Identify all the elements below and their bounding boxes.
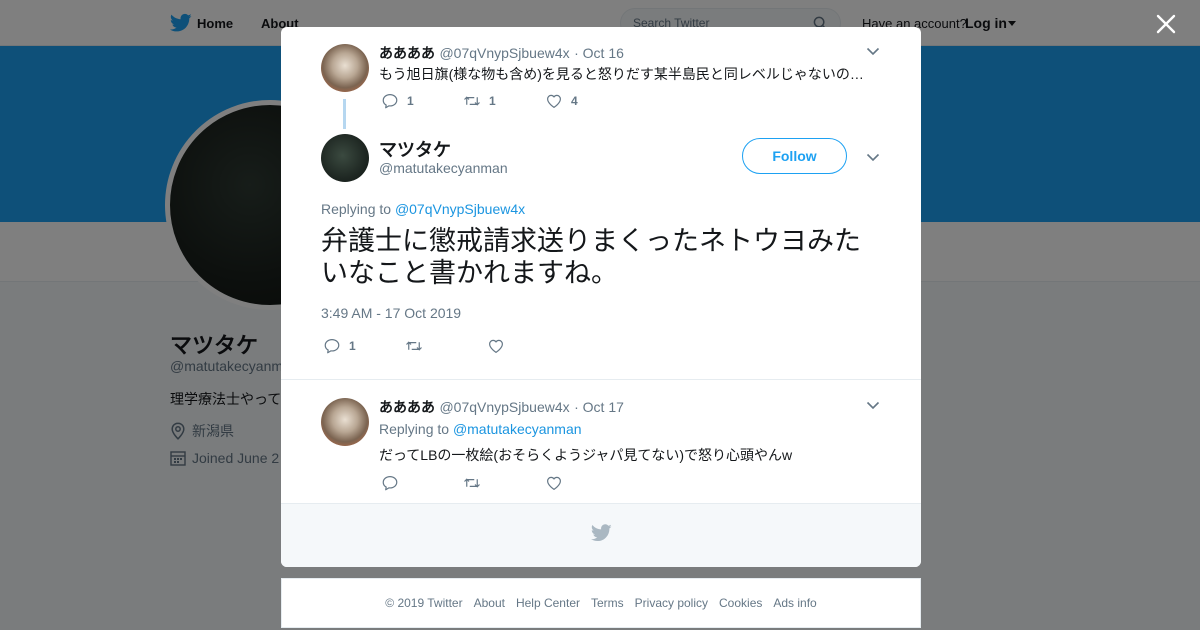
reply-button[interactable]: 1 xyxy=(381,92,437,110)
reply-icon xyxy=(382,476,398,491)
divider xyxy=(281,379,921,380)
retweet-icon xyxy=(464,478,480,488)
like-button[interactable]: 4 xyxy=(545,92,601,110)
replying-to-handle[interactable]: @matutakecyanman xyxy=(453,421,582,437)
tweet-text: もう旭日旗(様な物も含め)を見ると怒りだす某半島民と同レベルじゃないの… xyxy=(379,66,864,82)
avatar[interactable] xyxy=(321,134,369,182)
thread-connector-line xyxy=(343,99,346,129)
modal-footer xyxy=(281,503,921,567)
reply-icon xyxy=(324,339,340,354)
chevron-down-icon[interactable] xyxy=(866,47,880,56)
page-footer: © 2019 Twitter About Help Center Terms P… xyxy=(281,578,921,628)
heart-icon xyxy=(489,339,503,353)
conversation-scroll-area[interactable]: ああああ @07qVnypSjbuew4x · Oct 16 もう旭日旗(様な物… xyxy=(281,27,921,503)
tweet-text: 弁護士に懲戒請求送りまくったネトウヨみたいなこと書かれますね。 xyxy=(321,226,861,288)
follow-button[interactable]: Follow xyxy=(742,138,847,174)
footer-help-link[interactable]: Help Center xyxy=(516,596,580,610)
like-count: 4 xyxy=(571,94,578,108)
tweet-modal: ああああ @07qVnypSjbuew4x · Oct 16 もう旭日旗(様な物… xyxy=(281,27,921,567)
tweet-date[interactable]: · Oct 16 xyxy=(574,45,624,61)
tweet-author-name[interactable]: マツタケ xyxy=(379,136,451,162)
retweet-count: 1 xyxy=(489,94,496,108)
tweet-actions xyxy=(381,474,601,492)
tweet-author-handle[interactable]: @07qVnypSjbuew4x xyxy=(439,399,569,415)
heart-icon xyxy=(547,94,561,108)
footer-privacy-link[interactable]: Privacy policy xyxy=(635,596,708,610)
tweet-date[interactable]: · Oct 17 xyxy=(574,399,624,415)
retweet-button[interactable]: 1 xyxy=(463,92,519,110)
replying-to-handle[interactable]: @07qVnypSjbuew4x xyxy=(395,201,525,217)
avatar[interactable] xyxy=(321,44,369,92)
like-button[interactable] xyxy=(545,474,601,492)
tweet-actions: 1 1 4 xyxy=(381,92,601,110)
replying-to: Replying to @matutakecyanman xyxy=(379,421,582,437)
retweet-icon xyxy=(406,341,422,351)
tweet-actions: 1 xyxy=(323,337,543,355)
tweet-timestamp[interactable]: 3:49 AM - 17 Oct 2019 xyxy=(321,305,461,321)
tweet-author-name[interactable]: ああああ xyxy=(379,45,435,61)
twitter-bird-icon xyxy=(591,524,612,542)
reply-count: 1 xyxy=(407,94,414,108)
retweet-icon xyxy=(464,96,480,106)
reply-button[interactable]: 1 xyxy=(323,337,379,355)
retweet-button[interactable] xyxy=(405,337,461,355)
replying-to-label: Replying to xyxy=(321,201,392,217)
close-icon[interactable] xyxy=(1154,12,1178,36)
footer-about-link[interactable]: About xyxy=(474,596,505,610)
like-button[interactable] xyxy=(487,337,543,355)
reply-icon xyxy=(382,94,398,109)
replying-to: Replying to @07qVnypSjbuew4x xyxy=(321,201,525,217)
chevron-down-icon[interactable] xyxy=(866,153,880,162)
footer-ads-link[interactable]: Ads info xyxy=(773,596,816,610)
retweet-button[interactable] xyxy=(463,474,519,492)
copyright: © 2019 Twitter xyxy=(385,596,463,610)
tweet-header: ああああ @07qVnypSjbuew4x · Oct 17 xyxy=(379,397,624,417)
replying-to-label: Replying to xyxy=(379,421,450,437)
footer-cookies-link[interactable]: Cookies xyxy=(719,596,762,610)
reply-button[interactable] xyxy=(381,474,437,492)
tweet-author-handle[interactable]: @07qVnypSjbuew4x xyxy=(439,45,569,61)
footer-terms-link[interactable]: Terms xyxy=(591,596,624,610)
tweet-text: だってLBの一枚絵(おそらくようジャパ見てない)で怒り心頭やんw xyxy=(379,447,793,463)
heart-icon xyxy=(547,476,561,490)
reply-count: 1 xyxy=(349,339,356,353)
avatar[interactable] xyxy=(321,398,369,446)
chevron-down-icon[interactable] xyxy=(866,401,880,410)
tweet-author-name[interactable]: ああああ xyxy=(379,399,435,415)
tweet-author-handle[interactable]: @matutakecyanman xyxy=(379,160,508,176)
tweet-header: ああああ @07qVnypSjbuew4x · Oct 16 xyxy=(379,43,624,63)
